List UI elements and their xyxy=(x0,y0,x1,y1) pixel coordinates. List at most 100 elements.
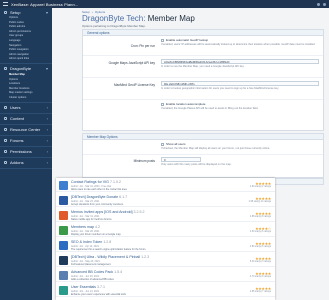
checkbox-icon[interactable] xyxy=(161,38,164,42)
site-title[interactable]: XenBase: Apparel Business Plann... xyxy=(11,2,78,7)
sidebar-section-label: Setup xyxy=(10,9,21,15)
option-explain: If enabled, users' IP addresses will be … xyxy=(161,43,316,46)
chevron-icon[interactable]: › xyxy=(47,160,48,165)
sidebar-section-label: Forums xyxy=(10,138,24,143)
top-bar-actions xyxy=(317,2,326,6)
addon-thumbnail[interactable] xyxy=(59,211,68,220)
addon-thumbnail[interactable] xyxy=(59,286,68,295)
addon-version: 1.2.8 xyxy=(103,240,112,244)
sidebar-divider xyxy=(0,101,52,103)
general-options-block: General options Cron: Pin per run Enable… xyxy=(82,29,324,131)
addon-list-item[interactable]: Contact Ratings for VIG 7.1.0.2 Author: J… xyxy=(56,179,275,192)
addon-title-text[interactable]: [DBTech] Ultra - Wildly Placement & Pinb… xyxy=(71,255,140,259)
chevron-icon[interactable]: › xyxy=(47,138,48,143)
option-explain: In order to use the Member Map, you need… xyxy=(161,65,245,68)
section-icon xyxy=(4,10,7,14)
addon-version: 4.2 xyxy=(94,225,100,229)
checkbox-label: Enable automatic GeoIP lookup xyxy=(166,38,209,42)
addon-list-item[interactable]: User Essentials 3.7.1 Author: Jon · Jun 1… xyxy=(56,284,275,297)
addon-version: 1.2.3 xyxy=(141,255,150,259)
sidebar-item[interactable]: Admin quick links xyxy=(0,57,52,62)
addon-list-item[interactable]: SEO & Index Token 1.2.8 Author: Jon · Apr… xyxy=(56,239,275,252)
checkbox-icon[interactable] xyxy=(161,142,164,146)
chevron-icon[interactable]: › xyxy=(47,105,48,110)
addon-list-item[interactable]: Advanced BB Codes Pack 1.5.4 Author: Jon … xyxy=(56,269,275,282)
addon-version: 6.1.7 xyxy=(119,195,128,199)
chevron-icon[interactable]: ▾ xyxy=(46,10,48,15)
addon-version: 1.5.4 xyxy=(114,270,123,274)
menu-icon[interactable] xyxy=(3,2,8,6)
addon-rating-count: 4.88 star(s) 8 ratings xyxy=(249,216,271,218)
addon-list-item[interactable]: [DBTech] Ultra - Wildly Placement & Pinb… xyxy=(56,254,275,267)
option-row-autocomplete: Enable location autocomplete If enabled,… xyxy=(83,100,323,116)
show-all-users-checkbox[interactable]: Show all users xyxy=(161,142,319,146)
addon-thumbnail[interactable] xyxy=(59,226,68,235)
sidebar-section-2[interactable]: Users › xyxy=(0,104,52,112)
minimum-posts-field[interactable]: 0 xyxy=(161,157,201,162)
option-label: Minimum posts xyxy=(133,159,155,163)
addon-title[interactable]: User Essentials 3.7.1 xyxy=(71,285,105,289)
user-icon[interactable] xyxy=(323,2,326,6)
addon-rating-count: 4.85 star(s) 7 ratings xyxy=(249,291,271,293)
option-row-show-all: Show all users If checked, the Member Ma… xyxy=(83,140,323,155)
addon-thumbnail[interactable] xyxy=(59,241,68,250)
addon-rating-count: 4.50 star(s) 6 ratings xyxy=(249,231,271,233)
autocomplete-checkbox[interactable]: Enable location autocomplete xyxy=(161,102,319,106)
addon-title-text[interactable]: SEO & Index Token xyxy=(71,240,102,244)
addon-description: Enhance your users' experience with esse… xyxy=(71,293,127,296)
addon-title-text[interactable]: Advanced BB Codes Pack xyxy=(71,270,113,274)
page-title-addon: DragonByte Tech: xyxy=(82,14,146,23)
addon-title-text[interactable]: [DBTech] DragonByte Donate xyxy=(71,195,118,199)
google-api-key-field[interactable]: AIzaSyC8W8Z9KGuBpMlRwfcQLhcwm8U-mW6NdrI xyxy=(161,59,319,64)
chevron-icon[interactable]: › xyxy=(47,149,48,154)
sidebar-section-7[interactable]: Addons › xyxy=(0,159,52,167)
checkbox-icon[interactable] xyxy=(161,102,164,106)
addon-title[interactable]: [DBTech] Ultra - Wildly Placement & Pinb… xyxy=(71,255,149,259)
addon-thumbnail[interactable] xyxy=(59,196,68,205)
sidebar-section-6[interactable]: Permissions › xyxy=(0,148,52,156)
addon-list-item[interactable]: Members map 4.2 Author: Jon · Mar 28, 202… xyxy=(56,224,275,237)
sidebar-section-3[interactable]: Content › xyxy=(0,115,52,123)
addon-description: Allow users to rate each other in the co… xyxy=(71,188,128,191)
addon-title[interactable]: Members map 4.2 xyxy=(71,225,100,229)
addon-thumbnail[interactable] xyxy=(59,271,68,280)
section-icon xyxy=(4,117,7,120)
addon-title[interactable]: Advanced BB Codes Pack 1.5.4 xyxy=(71,270,122,274)
sidebar-section-4[interactable]: Resource Center › xyxy=(0,126,52,134)
sidebar-section-label: Addons xyxy=(10,160,24,165)
addon-list-item[interactable]: Memos Invited apps [IOS and Android] 3.2… xyxy=(56,209,275,222)
addon-title[interactable]: [DBTech] DragonByte Donate 6.1.7 xyxy=(71,195,127,199)
sidebar-section-0[interactable]: Setup ▾ xyxy=(0,8,52,16)
sidebar-divider xyxy=(0,123,52,125)
addon-title[interactable]: SEO & Index Token 1.2.8 xyxy=(71,240,111,244)
section-icon xyxy=(4,161,7,164)
page-description: Options pertaining to DragonByte Member … xyxy=(82,24,146,28)
addon-list-item[interactable]: [DBTech] DragonByte Donate 6.1.7 Author: … xyxy=(56,194,275,207)
option-explain: In order to lookup geographic informatio… xyxy=(161,87,279,90)
addon-thumbnail[interactable] xyxy=(59,181,68,190)
addon-rating-count: 4.80 star(s) 5 ratings xyxy=(249,246,271,248)
chevron-icon[interactable]: ▾ xyxy=(46,66,48,71)
addon-title-text[interactable]: Memos Invited apps [IOS and Android] xyxy=(71,210,133,214)
sidebar-section-5[interactable]: Forums › xyxy=(0,137,52,145)
option-row-min-posts: Minimum posts 0 Only users with this man… xyxy=(83,155,323,177)
search-icon[interactable] xyxy=(317,2,320,6)
addon-thumbnail[interactable] xyxy=(59,256,68,265)
maxmind-key-field[interactable]: jRe.2a0-hh8m1MF-xX8n xyxy=(161,81,319,86)
geoip-lookup-checkbox[interactable]: Enable automatic GeoIP lookup xyxy=(161,38,319,42)
addon-description: Full featured placement management. xyxy=(71,263,112,266)
option-label: Cron: Pin per run xyxy=(130,44,155,48)
addon-title-text[interactable]: User Essentials xyxy=(71,285,96,289)
sidebar-item[interactable]: Cluster options xyxy=(0,96,52,101)
addon-version: 7.1.0.2 xyxy=(109,180,121,184)
addon-title[interactable]: Memos Invited apps [IOS and Android] 3.2… xyxy=(71,210,145,214)
option-row-google-key: Google Maps JavaScript API key AIzaSyC8W… xyxy=(83,56,323,78)
addon-description: Adds a collection of advanced BB codes. xyxy=(71,278,115,281)
chevron-icon[interactable]: › xyxy=(47,127,48,132)
chevron-icon[interactable]: › xyxy=(47,116,48,121)
addon-title-text[interactable]: Members map xyxy=(71,225,94,229)
sidebar-section-1[interactable]: DragonByte ▾ xyxy=(0,65,52,73)
addon-title-text[interactable]: Contact Ratings for VIG xyxy=(71,180,109,184)
addon-rating-count: 4.90 star(s) 2 ratings xyxy=(249,186,271,188)
addon-title[interactable]: Contact Ratings for VIG 7.1.0.2 xyxy=(71,180,121,184)
